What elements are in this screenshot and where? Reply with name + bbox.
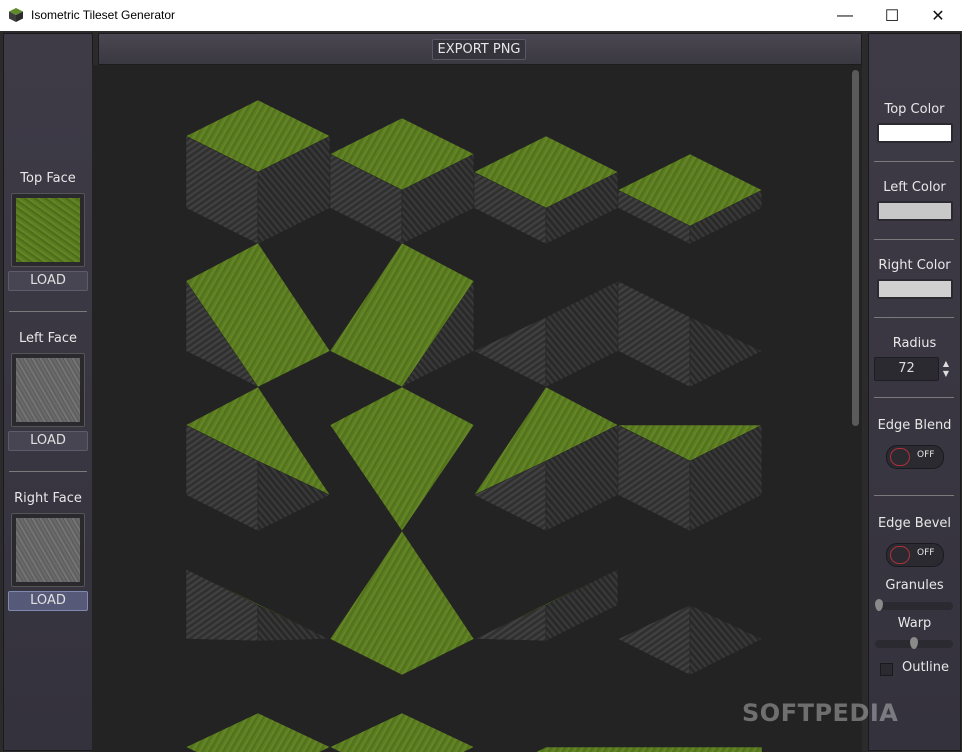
- granules-slider[interactable]: [875, 599, 953, 611]
- left-panel: Top Face LOAD Left Face LOAD Right Face …: [3, 33, 93, 751]
- tileset-preview: [185, 99, 763, 752]
- divider: [874, 397, 954, 398]
- divider: [874, 317, 954, 318]
- stone-texture-thumbnail: [16, 358, 80, 422]
- divider: [9, 471, 87, 472]
- right-panel: Top Color Left Color Right Color Radius …: [868, 33, 961, 751]
- divider: [874, 495, 954, 496]
- left-face-load-button[interactable]: LOAD: [8, 431, 88, 451]
- divider: [9, 311, 87, 312]
- toggle-knob: [890, 546, 910, 564]
- spin-down-icon[interactable]: ▼: [941, 369, 951, 379]
- app-cube-icon: [9, 8, 23, 22]
- right-color-picker[interactable]: [877, 279, 953, 299]
- tile-left-face: [473, 604, 547, 642]
- radius-label: Radius: [892, 336, 937, 351]
- title-bar: Isometric Tileset Generator — ☐ ✕: [0, 0, 962, 31]
- toggle-state: OFF: [917, 548, 935, 558]
- tile-top-face: [185, 712, 331, 752]
- slider-thumb[interactable]: [910, 637, 918, 649]
- close-button[interactable]: ✕: [915, 0, 961, 31]
- right-face-section: Right Face: [4, 491, 92, 506]
- toggle-state: OFF: [917, 450, 935, 460]
- divider: [874, 161, 954, 162]
- app-frame: Top Face LOAD Left Face LOAD Right Face …: [0, 31, 962, 752]
- left-face-preview[interactable]: [11, 353, 85, 427]
- right-face-load-button[interactable]: LOAD: [8, 591, 88, 611]
- tileset-canvas[interactable]: [92, 65, 862, 752]
- tile-right-face: [545, 280, 619, 388]
- maximize-button[interactable]: ☐: [869, 0, 915, 31]
- edge-blend-label: Edge Blend: [877, 418, 952, 433]
- top-face-section: Top Face: [4, 171, 92, 186]
- tile-right-face: [689, 604, 763, 676]
- granules-label: Granules: [885, 578, 944, 593]
- stone-texture-thumbnail: [16, 518, 80, 582]
- softpedia-watermark: SOFTPEDIA: [742, 699, 899, 727]
- tile-top-face: [329, 530, 475, 676]
- outline-label: Outline: [902, 660, 950, 675]
- radius-spinbox[interactable]: 72: [874, 357, 939, 381]
- top-face-preview[interactable]: [11, 193, 85, 267]
- window-title: Isometric Tileset Generator: [31, 8, 176, 22]
- top-face-label: Top Face: [20, 171, 76, 186]
- right-face-label: Right Face: [14, 491, 82, 506]
- tile-left-face: [617, 280, 691, 388]
- tile-right-face: [545, 568, 619, 642]
- left-face-label: Left Face: [19, 331, 77, 346]
- top-color-picker[interactable]: [877, 123, 953, 143]
- tile-left-face: [617, 604, 691, 676]
- edge-bevel-toggle[interactable]: OFF: [886, 543, 944, 567]
- tile-slope-face: [535, 746, 763, 752]
- edge-bevel-label: Edge Bevel: [877, 516, 952, 531]
- tile-left-face: [473, 316, 547, 388]
- tile-left-face: [185, 568, 259, 642]
- canvas-scrollbar[interactable]: [852, 70, 859, 426]
- edge-blend-toggle[interactable]: OFF: [886, 445, 944, 469]
- top-face-load-button[interactable]: LOAD: [8, 271, 88, 291]
- top-color-label: Top Color: [884, 102, 945, 117]
- warp-slider[interactable]: [875, 637, 953, 649]
- canvas-toolbar: EXPORT PNG: [98, 33, 862, 65]
- right-face-preview[interactable]: [11, 513, 85, 587]
- warp-label: Warp: [897, 616, 932, 631]
- grass-texture-thumbnail: [16, 198, 80, 262]
- tile-top-face: [329, 712, 475, 752]
- tile-right-face: [257, 604, 331, 642]
- divider: [874, 239, 954, 240]
- slider-thumb[interactable]: [875, 599, 883, 611]
- outline-checkbox[interactable]: [880, 663, 893, 676]
- left-color-label: Left Color: [883, 180, 946, 195]
- minimize-button[interactable]: —: [822, 0, 868, 31]
- left-color-picker[interactable]: [877, 201, 953, 221]
- export-png-button[interactable]: EXPORT PNG: [432, 39, 526, 60]
- tile-top-face: [329, 386, 475, 532]
- right-color-label: Right Color: [878, 258, 951, 273]
- toggle-knob: [890, 448, 910, 466]
- left-face-section: Left Face: [4, 331, 92, 346]
- tile-right-face: [689, 316, 763, 388]
- spin-up-icon[interactable]: ▲: [941, 359, 951, 369]
